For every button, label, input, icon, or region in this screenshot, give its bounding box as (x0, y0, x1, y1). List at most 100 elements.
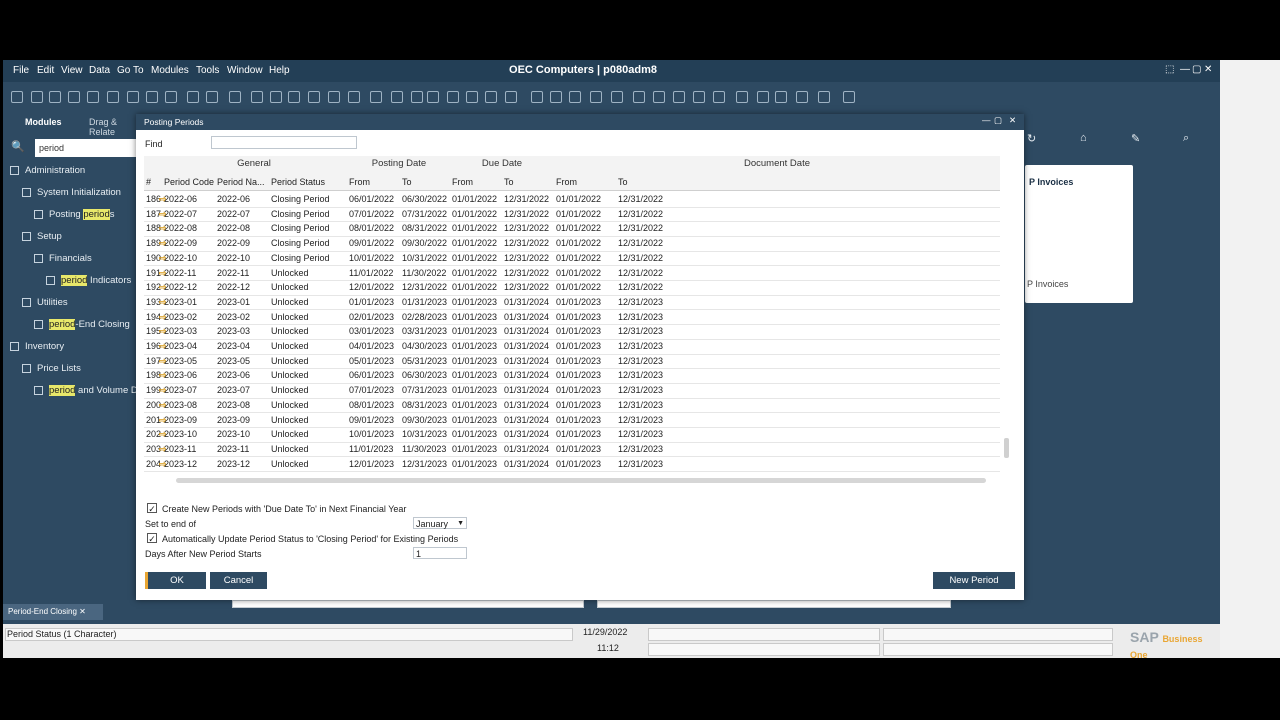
toolbar-button[interactable] (308, 91, 320, 103)
toolbar-button[interactable] (251, 91, 263, 103)
cancel-button[interactable]: Cancel (210, 572, 267, 589)
table-row[interactable]: 186 ⇨ 2022-06 2022-06 Closing Period 06/01/20… (144, 192, 1000, 208)
auto-update-checkbox[interactable]: ✓ (147, 533, 157, 544)
toolbar-button[interactable] (633, 91, 645, 103)
toolbar-button[interactable] (206, 91, 218, 103)
table-row[interactable]: 196 ⇨ 2023-04 2023-04 Unlocked 04/01/2023 04/3… (144, 339, 1000, 355)
toolbar-button[interactable] (531, 91, 543, 103)
toolbar-button[interactable] (270, 91, 282, 103)
table-row[interactable]: 197 ⇨ 2023-05 2023-05 Unlocked 05/01/2023 05/3… (144, 354, 1000, 370)
column-header[interactable]: From (556, 177, 577, 187)
card-item[interactable]: P Invoices (1027, 279, 1068, 289)
open-window-tab[interactable]: Period-End Closing ✕ (3, 604, 103, 620)
toolbar-button[interactable] (370, 91, 382, 103)
column-header[interactable]: From (349, 177, 370, 187)
toolbar-button[interactable] (775, 91, 787, 103)
nav-item[interactable]: period and Volume Di (34, 385, 140, 396)
restore-icon[interactable]: ⬚ (1165, 64, 1174, 75)
days-after-input[interactable]: 1 (413, 547, 467, 559)
column-header[interactable]: From (452, 177, 473, 187)
table-row[interactable]: 194 ⇨ 2023-02 2023-02 Unlocked 02/01/2023 02/2… (144, 310, 1000, 326)
search-icon[interactable]: ⌕ (1183, 132, 1189, 145)
column-header[interactable]: Period Na... (217, 177, 265, 187)
table-row[interactable]: 195 ⇨ 2023-03 2023-03 Unlocked 03/01/2023 03/3… (144, 324, 1000, 340)
nav-item[interactable]: System Initialization (22, 187, 121, 198)
toolbar-button[interactable] (348, 91, 360, 103)
column-header[interactable]: # (146, 177, 151, 187)
minimize-icon[interactable]: — (982, 115, 991, 125)
nav-item[interactable]: period Indicators (46, 275, 131, 286)
toolbar-button[interactable] (466, 91, 478, 103)
find-input[interactable] (211, 136, 357, 149)
toolbar-button[interactable] (427, 91, 439, 103)
table-row[interactable]: 189 ⇨ 2022-09 2022-09 Closing Period 09/01/20… (144, 236, 1000, 252)
horizontal-scrollbar[interactable] (176, 478, 986, 483)
table-row[interactable]: 201 ⇨ 2023-09 2023-09 Unlocked 09/01/2023 09/3… (144, 413, 1000, 429)
create-periods-checkbox[interactable]: ✓ (147, 503, 157, 514)
table-row[interactable]: 204 ⇨ 2023-12 2023-12 Unlocked 12/01/2023 12/3… (144, 457, 1000, 473)
nav-item[interactable]: Posting periods (34, 209, 115, 220)
close-icon[interactable]: ✕ (1009, 115, 1016, 126)
nav-item[interactable]: Financials (34, 253, 92, 264)
toolbar-button[interactable] (796, 91, 808, 103)
toolbar-button[interactable] (713, 91, 725, 103)
edit-icon[interactable]: ✎ (1131, 132, 1140, 145)
table-row[interactable]: 192 ⇨ 2022-12 2022-12 Unlocked 12/01/2022 12/3… (144, 280, 1000, 296)
toolbar-button[interactable] (818, 91, 830, 103)
toolbar-button[interactable] (146, 91, 158, 103)
column-header[interactable]: To (402, 177, 412, 187)
toolbar-button[interactable] (693, 91, 705, 103)
column-header[interactable]: Period Status (271, 177, 325, 187)
column-header[interactable]: To (504, 177, 514, 187)
toolbar-button[interactable] (653, 91, 665, 103)
toolbar-button[interactable] (107, 91, 119, 103)
toolbar-button[interactable] (673, 91, 685, 103)
close-icon[interactable]: ✕ (1204, 64, 1212, 75)
ok-button[interactable]: OK (145, 572, 206, 589)
tab-modules[interactable]: Modules (25, 117, 62, 127)
table-row[interactable]: 191 ⇨ 2022-11 2022-11 Unlocked 11/01/2022 11/3… (144, 266, 1000, 282)
toolbar-button[interactable] (127, 91, 139, 103)
toolbar-button[interactable] (590, 91, 602, 103)
table-row[interactable]: 200 ⇨ 2023-08 2023-08 Unlocked 08/01/2023 08/3… (144, 398, 1000, 414)
nav-item[interactable]: Setup (22, 231, 62, 242)
refresh-icon[interactable]: ↻ (1027, 132, 1036, 145)
search-input[interactable]: period (35, 139, 136, 157)
toolbar-button[interactable] (31, 91, 43, 103)
table-row[interactable]: 202 ⇨ 2023-10 2023-10 Unlocked 10/01/2023 10/3… (144, 427, 1000, 443)
toolbar-button[interactable] (229, 91, 241, 103)
cart-icon[interactable]: ⌂ (1080, 132, 1087, 144)
table-row[interactable]: 199 ⇨ 2023-07 2023-07 Unlocked 07/01/2023 07/3… (144, 383, 1000, 399)
minimize-icon[interactable]: — (1180, 64, 1190, 75)
toolbar-button[interactable] (485, 91, 497, 103)
table-row[interactable]: 187 ⇨ 2022-07 2022-07 Closing Period 07/01/20… (144, 207, 1000, 223)
column-header[interactable]: Period Code (164, 177, 214, 187)
toolbar-button[interactable] (736, 91, 748, 103)
column-header[interactable]: To (618, 177, 628, 187)
new-period-button[interactable]: New Period (933, 572, 1015, 589)
nav-item[interactable]: Utilities (22, 297, 68, 308)
close-icon[interactable]: ✕ (79, 607, 86, 616)
table-row[interactable]: 198 ⇨ 2023-06 2023-06 Unlocked 06/01/2023 06/3… (144, 368, 1000, 384)
table-row[interactable]: 190 ⇨ 2022-10 2022-10 Closing Period 10/01/20… (144, 251, 1000, 267)
toolbar-button[interactable] (187, 91, 199, 103)
toolbar-button[interactable] (757, 91, 769, 103)
nav-item[interactable]: period-End Closing (34, 319, 130, 330)
toolbar-button[interactable] (611, 91, 623, 103)
toolbar-button[interactable] (87, 91, 99, 103)
toolbar-button[interactable] (391, 91, 403, 103)
toolbar-button[interactable] (550, 91, 562, 103)
table-row[interactable]: 193 ⇨ 2023-01 2023-01 Unlocked 01/01/2023 01/3… (144, 295, 1000, 311)
toolbar-button[interactable] (11, 91, 23, 103)
maximize-icon[interactable]: ▢ (1192, 64, 1201, 75)
toolbar-button[interactable] (68, 91, 80, 103)
toolbar-button[interactable] (165, 91, 177, 103)
toolbar-button[interactable] (505, 91, 517, 103)
table-row[interactable]: 188 ⇨ 2022-08 2022-08 Closing Period 08/01/20… (144, 221, 1000, 237)
vertical-scrollbar[interactable] (1002, 156, 1010, 474)
tab-drag-relate[interactable]: Drag & Relate (89, 117, 136, 137)
toolbar-button[interactable] (843, 91, 855, 103)
toolbar-button[interactable] (447, 91, 459, 103)
maximize-icon[interactable]: ▢ (994, 115, 1002, 126)
table-row[interactable]: 203 ⇨ 2023-11 2023-11 Unlocked 11/01/2023 11/3… (144, 442, 1000, 458)
